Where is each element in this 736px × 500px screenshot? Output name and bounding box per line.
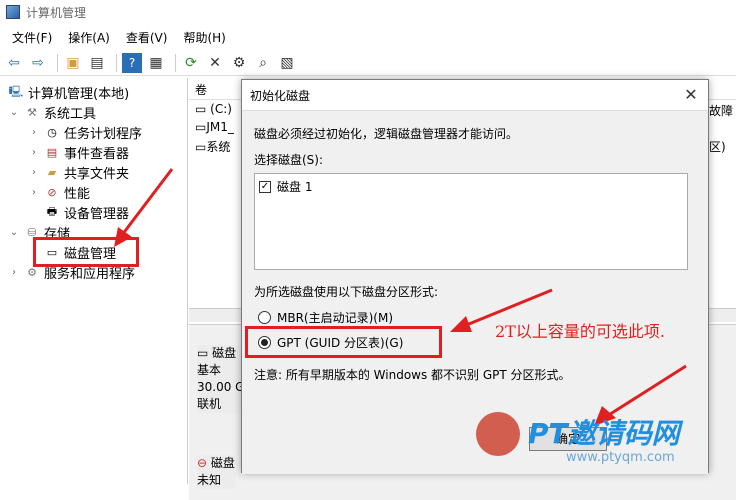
disk-error-icon: ⊖ — [197, 456, 211, 470]
gpt-note: 注意: 所有早期版本的 Windows 都不识别 GPT 分区形式。 — [254, 368, 571, 382]
dialog-title: 初始化磁盘 — [250, 88, 311, 103]
watermark-logo — [476, 412, 520, 456]
toolbar-separator — [57, 53, 58, 72]
tree-item-system-tools[interactable]: ⌄ ⚒ 系统工具 — [8, 102, 96, 122]
disk-selection-list[interactable]: ✓ 磁盘 1 — [254, 173, 688, 270]
device-manager-icon: 🖶 — [46, 204, 58, 218]
annotation-text: 2T以上容量的可选此项. — [495, 322, 665, 341]
partition-style-label: 为所选磁盘使用以下磁盘分区形式: — [254, 285, 439, 299]
window-title: 计算机管理 — [26, 5, 87, 20]
volume-row[interactable]: ▭系统 — [195, 138, 230, 155]
column-header-status: 故障 — [709, 104, 734, 118]
tree-label: 事件查看器 — [64, 146, 130, 162]
search-icon[interactable]: ⌕ — [253, 53, 273, 73]
dialog-intro: 磁盘必须经过初始化，逻辑磁盘管理器才能访问。 — [254, 127, 519, 141]
chevron-down-icon[interactable]: ⌄ — [8, 227, 20, 238]
chevron-right-icon[interactable]: › — [28, 147, 40, 158]
disk-icon: ▭ — [197, 346, 213, 360]
disk-type: 基本 — [197, 363, 222, 377]
chevron-right-icon[interactable]: › — [28, 187, 40, 198]
up-folder-icon[interactable]: ▣ — [63, 53, 83, 73]
export-icon[interactable]: ▧ — [277, 53, 297, 73]
chevron-right-icon[interactable]: › — [8, 267, 20, 278]
volume-row[interactable]: ▭ (C:) — [195, 102, 232, 116]
chevron-right-icon[interactable]: › — [28, 167, 40, 178]
disk-name: ▭ 磁盘 — [197, 346, 237, 360]
drive-icon: ▭ — [195, 102, 211, 116]
select-disk-label: 选择磁盘(S): — [254, 153, 324, 167]
toolbar-separator — [116, 53, 117, 72]
annotation-arrow-tree — [114, 168, 174, 247]
performance-icon: ⊘ — [47, 185, 57, 199]
refresh-icon[interactable]: ⟳ — [181, 53, 201, 73]
menubar: 文件(F) 操作(A) 查看(V) 帮助(H) — [0, 26, 234, 48]
delete-icon[interactable]: ✕ — [205, 53, 225, 73]
mbr-option[interactable]: MBR(主启动记录)(M) — [258, 309, 393, 326]
mbr-radio[interactable] — [258, 311, 271, 324]
disk-name: ⊖ 磁盘 — [197, 456, 235, 470]
volume-status: 区) — [709, 140, 726, 154]
mbr-label: MBR(主启动记录)(M) — [277, 311, 394, 325]
disk-list-item[interactable]: ✓ 磁盘 1 — [259, 178, 312, 195]
tree-label: 性能 — [64, 186, 91, 202]
shared-folder-icon: ▰ — [47, 165, 57, 179]
tree-item-performance[interactable]: › ⊘ 性能 — [28, 182, 90, 202]
close-icon[interactable]: ✕ — [682, 86, 700, 104]
navigation-tree: 🖳 计算机管理(本地) ⌄ ⚒ 系统工具 › ◷ 任务计划程序 › ▤ 事件查看… — [0, 78, 188, 484]
tree-item-root[interactable]: 🖳 计算机管理(本地) — [4, 82, 130, 102]
computer-icon: 🖳 — [8, 84, 24, 98]
computer-management-icon — [6, 5, 20, 19]
toolbar-separator — [175, 53, 176, 72]
tools-icon: ⚒ — [27, 105, 37, 119]
menu-file[interactable]: 文件(F) — [4, 29, 60, 46]
view-icon[interactable]: ▦ — [146, 53, 166, 73]
disk-checkbox[interactable]: ✓ — [259, 180, 271, 193]
disk-status: 未知 — [197, 473, 222, 487]
chevron-right-icon[interactable]: › — [28, 127, 40, 138]
help-icon[interactable]: ? — [122, 52, 142, 73]
disk-size: 30.00 G — [197, 380, 245, 394]
back-icon[interactable]: ⇦ — [4, 53, 24, 73]
forward-icon[interactable]: ⇨ — [28, 53, 48, 73]
menu-view[interactable]: 查看(V) — [118, 29, 176, 46]
menu-help[interactable]: 帮助(H) — [175, 29, 233, 46]
chevron-down-icon[interactable]: ⌄ — [8, 107, 20, 118]
drive-icon: ▭ — [195, 120, 207, 134]
clock-icon: ◷ — [47, 125, 57, 139]
tree-item-event-viewer[interactable]: › ▤ 事件查看器 — [28, 142, 129, 162]
properties-icon[interactable]: ▤ — [87, 53, 107, 73]
highlight-box-gpt — [245, 326, 442, 358]
tree-label: 任务计划程序 — [64, 126, 143, 142]
drive-icon: ▭ — [195, 140, 207, 154]
settings-icon[interactable]: ⚙ — [229, 53, 249, 73]
disk-item-label: 磁盘 1 — [277, 180, 313, 194]
menu-action[interactable]: 操作(A) — [60, 29, 118, 46]
watermark-url: www.ptyqm.com — [566, 450, 675, 465]
tree-label: 计算机管理(本地) — [28, 86, 130, 102]
toolbar: ⇦ ⇨ ▣ ▤ ? ▦ ⟳ ✕ ⚙ ⌕ ▧ — [0, 50, 736, 76]
volume-row[interactable]: ▭JM1_ — [195, 120, 234, 134]
column-header-volume[interactable]: 卷 — [195, 83, 207, 97]
watermark-brand: PT邀请码网 — [528, 417, 680, 450]
tree-item-task-scheduler[interactable]: › ◷ 任务计划程序 — [28, 122, 142, 142]
event-log-icon: ▤ — [46, 145, 58, 159]
tree-label: 系统工具 — [44, 106, 97, 122]
disk-info-card[interactable]: ▭ 磁盘 基本 30.00 G 联机 — [197, 345, 245, 413]
disk-status: 联机 — [197, 397, 222, 411]
window-titlebar: 计算机管理 — [0, 0, 736, 24]
